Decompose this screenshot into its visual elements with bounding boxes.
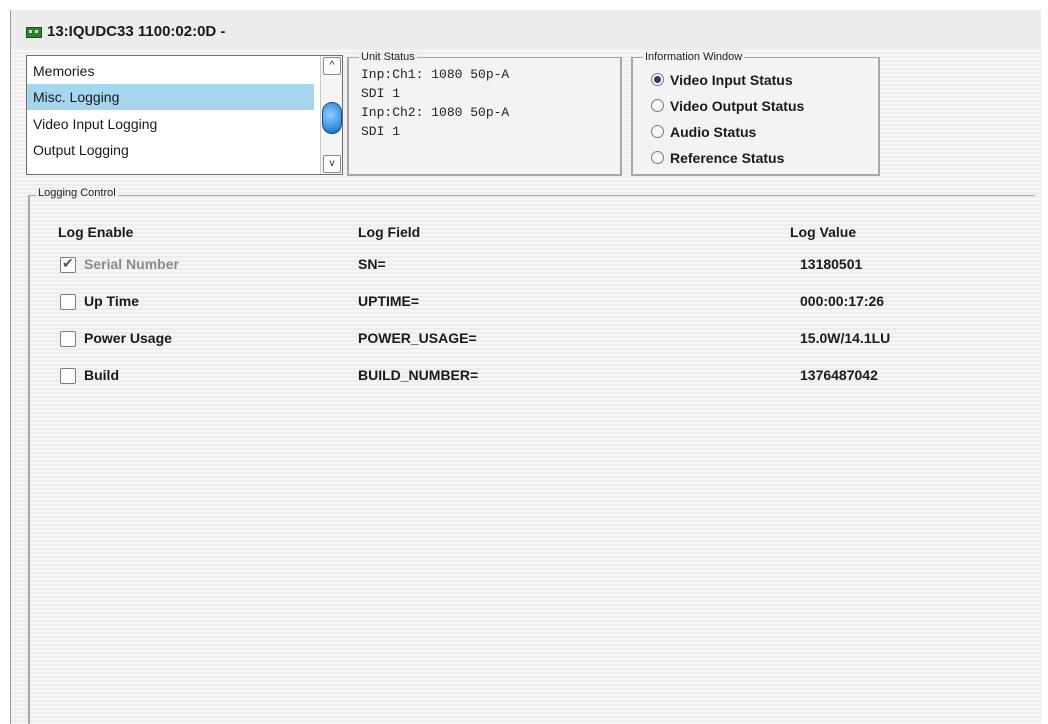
radio-reference-status[interactable]: Reference Status: [651, 150, 784, 166]
information-window-legend: Information Window: [643, 51, 745, 63]
value-up-time: 000:00:17:26: [800, 293, 885, 309]
value-build: 1376487042: [800, 367, 878, 383]
log-value-header: Log Value: [790, 224, 857, 240]
radio-video-input-status[interactable]: Video Input Status: [651, 72, 793, 88]
app-icon: [26, 27, 42, 38]
radio-video-output-status[interactable]: Video Output Status: [651, 98, 804, 114]
checkbox-up-time[interactable]: [60, 294, 76, 310]
list-item-misc-logging[interactable]: Misc. Logging: [27, 84, 314, 110]
log-row-build: Build BUILD_NUMBER= 1376487042: [40, 364, 1020, 388]
radio-icon[interactable]: [651, 151, 664, 164]
radio-label: Audio Status: [670, 124, 757, 140]
list-item-memories[interactable]: Memories: [27, 58, 314, 84]
information-window-group: Information Window Video Input Status Vi…: [631, 51, 880, 176]
title-bar: 13:IQUDC33 1100:02:0D -: [11, 10, 1041, 48]
scroll-thumb[interactable]: [322, 102, 342, 134]
label-serial-number: Serial Number: [84, 256, 179, 272]
log-enable-header: Log Enable: [58, 224, 134, 240]
label-up-time: Up Time: [84, 293, 139, 309]
scroll-up-button[interactable]: ^: [323, 57, 341, 75]
logging-control-group: Logging Control Log Enable Log Field Log…: [28, 187, 1035, 724]
checkbox-serial-number[interactable]: [60, 255, 76, 273]
menu-listbox[interactable]: Memories Misc. Logging Video Input Loggi…: [26, 55, 343, 175]
radio-label: Video Input Status: [670, 72, 793, 88]
log-row-up-time: Up Time UPTIME= 000:00:17:26: [40, 290, 1020, 314]
status-line: SDI 1: [361, 86, 401, 101]
radio-label: Video Output Status: [670, 98, 805, 114]
radio-selected-icon[interactable]: [651, 73, 664, 86]
field-power-usage: POWER_USAGE=: [358, 330, 477, 346]
radio-audio-status[interactable]: Audio Status: [651, 124, 756, 140]
log-field-header: Log Field: [358, 224, 421, 240]
chevron-down-icon: v: [329, 158, 335, 169]
value-serial-number: 13180501: [800, 256, 863, 272]
list-scrollbar[interactable]: ^ v: [320, 56, 342, 174]
radio-icon[interactable]: [651, 125, 664, 138]
status-line: SDI 1: [361, 124, 401, 139]
label-power-usage: Power Usage: [84, 330, 172, 346]
status-line: Inp:Ch1: 1080 50p-A: [361, 67, 510, 82]
unit-status-legend: Unit Status: [359, 51, 417, 63]
window-title: 13:IQUDC33 1100:02:0D -: [47, 23, 226, 40]
radio-label: Reference Status: [670, 150, 785, 166]
label-build: Build: [84, 367, 119, 383]
list-item-output-logging[interactable]: Output Logging: [27, 137, 314, 163]
status-line: Inp:Ch2: 1080 50p-A: [361, 105, 510, 120]
log-row-serial-number: Serial Number SN= 13180501: [40, 253, 1020, 277]
checkbox-power-usage[interactable]: [60, 331, 76, 347]
log-row-power-usage: Power Usage POWER_USAGE= 15.0W/14.1LU: [40, 327, 1020, 351]
value-power-usage: 15.0W/14.1LU: [800, 330, 891, 346]
scroll-down-button[interactable]: v: [323, 155, 341, 173]
field-up-time: UPTIME=: [358, 293, 420, 309]
checkbox-build[interactable]: [60, 368, 76, 384]
list-item-video-input-logging[interactable]: Video Input Logging: [27, 111, 314, 137]
logging-control-legend: Logging Control: [36, 187, 118, 199]
radio-icon[interactable]: [651, 99, 664, 112]
chevron-up-icon: ^: [329, 60, 335, 71]
field-build: BUILD_NUMBER=: [358, 367, 479, 383]
unit-status-group: Unit Status Inp:Ch1: 1080 50p-A SDI 1 In…: [347, 51, 622, 176]
field-serial-number: SN=: [358, 256, 386, 272]
